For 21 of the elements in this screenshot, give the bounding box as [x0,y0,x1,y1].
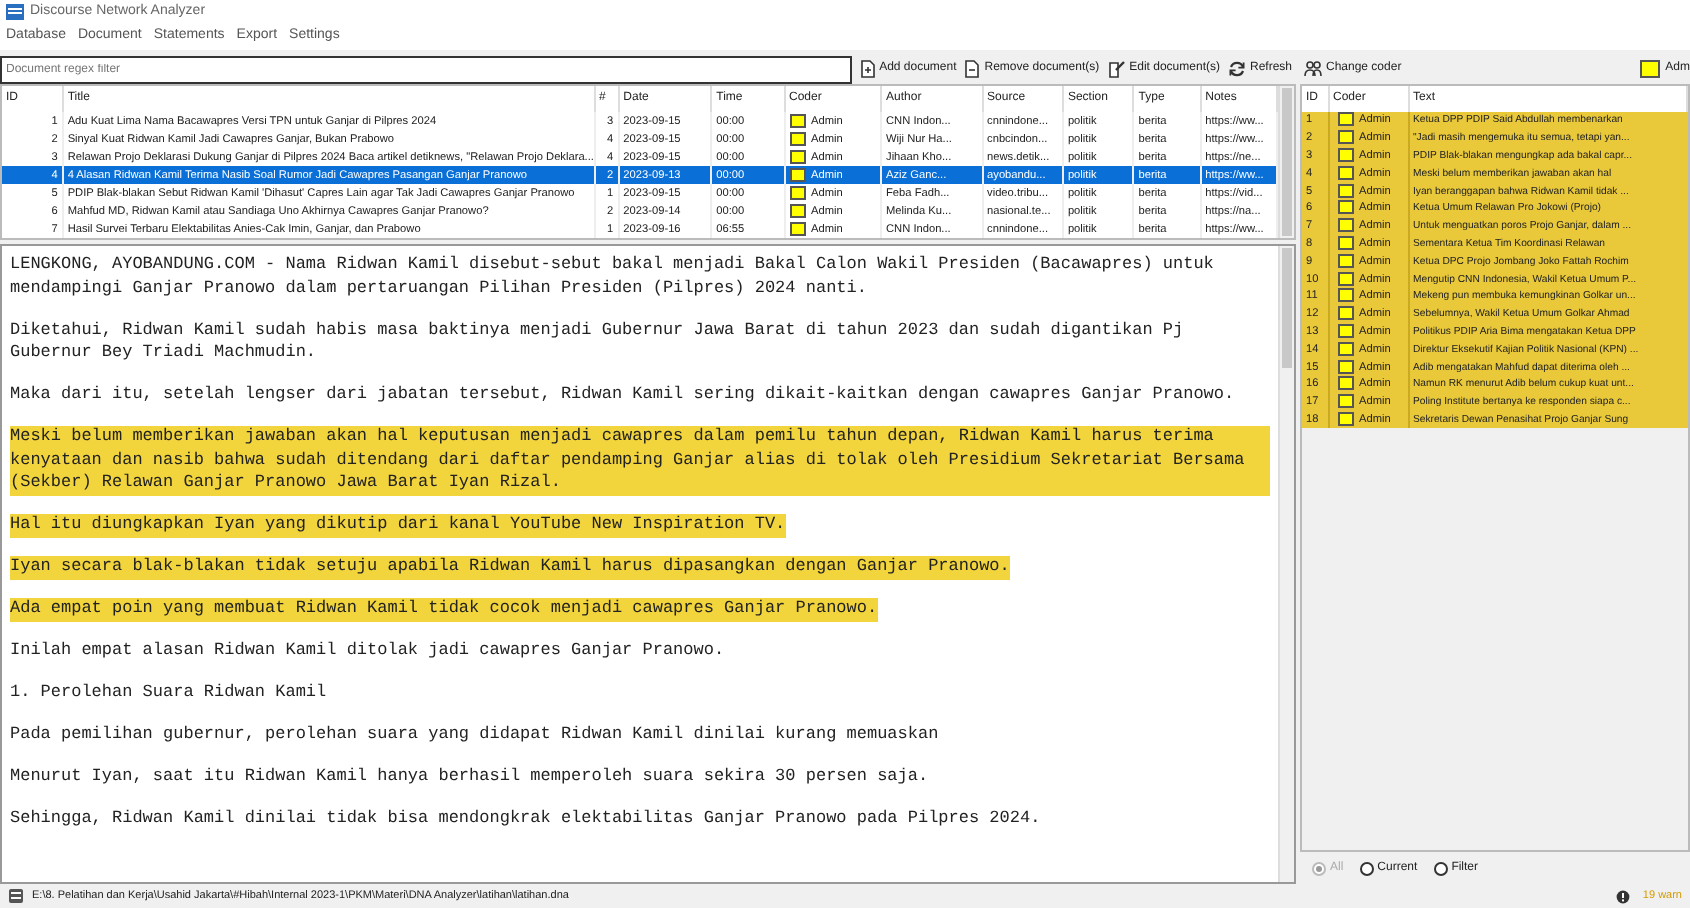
paragraph: 1. Perolehan Suara Ridwan Kamil [10,682,327,702]
document-edit-icon [1107,60,1126,78]
document-plus-icon [859,60,876,78]
paragraph: Sehingga, Ridwan Kamil dinilai tidak bisa mendongkrak elektabilitas Ganjar Pranowo pada Pilpres 2024. [10,808,1041,828]
people-icon [1304,60,1322,78]
paragraph: Menurut Iyan, saat itu Ridwan Kamil hanya berhasil memperoleh suara sekira 30 persen saja. [10,766,929,786]
paragraph: Inilah empat alasan Ridwan Kamil ditolak jadi cawapres Ganjar Pranowo. [10,640,725,660]
scrollbar[interactable] [1278,86,1294,238]
scrollbar[interactable] [1278,246,1294,882]
paragraph: Maka dari itu, setelah lengser dari jabatan tersebut, Ridwan Kamil sering dikait-kaitkan dengan cawapres Ganjar Pranowo. [10,384,1235,404]
paragraph: LENGKONG, AYOBANDUNG.COM - Nama Ridwan Kamil disebut-sebut bakal menjadi Bakal Calon Wakil Presiden (Bacawapres) untuk mendampingi Ganjar Pranowo dalam pertaruangan Pilihan Presiden (Pilpres) 2024 nanti. [10,254,1214,297]
paragraph: Diketahui, Ridwan Kamil sudah habis masa baktinya menjadi Gubernur Jawa Barat di tahun 2023 dan sudah digantikan Pj Gubernur Bey Triadi Machmudin. [10,319,1184,362]
database-icon [8,888,24,904]
document-icon [964,60,981,78]
paragraph: Meski belum memberikan jawaban akan hal keputusan menjadi cawapres dalam pemilu tahun depan, Ridwan Kamil harus terima kenyataan dan nasib bahwa sudah ditendang dari daftar pendamping Ganjar alias di tolak oleh Presidium Sekretariat Bersama (Sekber) Relawan Ganjar Pranowo Jawa Barat Iyan Rizal. [10,426,1270,495]
warning-icon [1616,889,1631,903]
paragraph: Ada empat poin yang membuat Ridwan Kamil tidak cocok menjadi cawapres Ganjar Pranowo. [10,598,878,621]
paragraph: Hal itu diungkapkan Iyan yang dikutip dari kanal YouTube New Inspiration TV. [10,514,786,537]
paragraph: Iyan secara blak-blakan tidak setuju apabila Ridwan Kamil harus dipasangkan dengan Ganjar Pranowo. [10,556,1010,579]
refresh-icon [1227,60,1246,78]
paragraph: Pada pemilihan gubernur, perolehan suara yang didapat Ridwan Kamil dinilai kurang memuaskan [10,724,939,744]
